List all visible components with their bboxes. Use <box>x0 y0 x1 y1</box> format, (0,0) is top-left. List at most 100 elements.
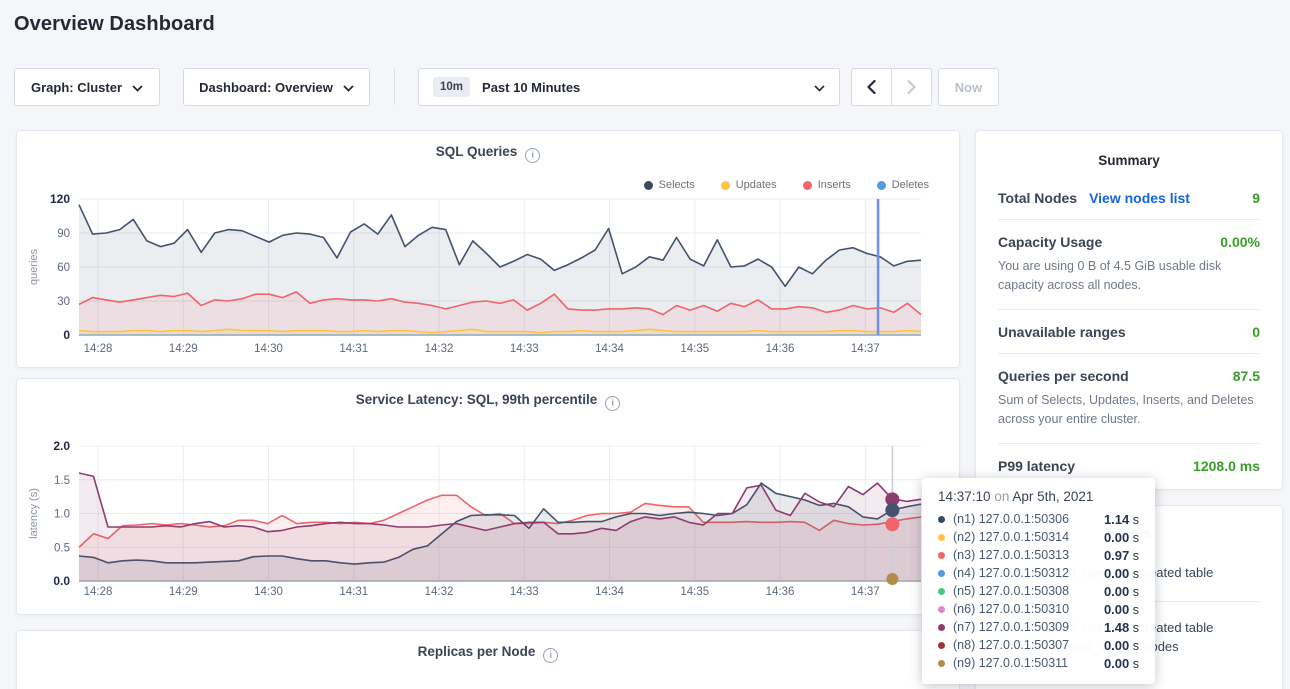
x-tick-label: 14:29 <box>169 586 198 598</box>
x-tick-label: 14:33 <box>510 343 539 355</box>
x-tick-label: 14:29 <box>169 343 198 355</box>
hover-dot <box>886 573 898 585</box>
y-tick-label: 30 <box>57 296 70 308</box>
x-tick-label: 14:36 <box>766 586 795 598</box>
series-dot-icon <box>938 588 945 595</box>
tooltip-node-value: 0.00 s <box>1104 584 1139 599</box>
summary-row-value: 87.5 <box>1233 368 1260 384</box>
summary-panel: Summary Total Nodes View nodes list 9 Capac… <box>975 130 1283 490</box>
series-dot-icon <box>938 624 945 631</box>
tooltip-row: (n8) 127.0.0.1:50307 0.00 s <box>938 636 1139 654</box>
x-tick-label: 14:32 <box>425 586 454 598</box>
graph-dropdown-label: Graph: Cluster <box>31 80 122 95</box>
hover-dot <box>885 503 899 517</box>
service-latency-chart[interactable]: 0.00.51.01.52.014:2814:2914:3014:3114:32… <box>17 379 959 614</box>
x-tick-label: 14:33 <box>510 586 539 598</box>
series-dot-icon <box>938 570 945 577</box>
dashboard-dropdown[interactable]: Dashboard: Overview <box>183 68 370 106</box>
y-axis-name: latency (s) <box>28 488 40 539</box>
chevron-down-icon <box>814 80 825 95</box>
y-axis-name: queries <box>28 248 40 285</box>
tooltip-node-label: (n9) 127.0.0.1:50311 <box>953 656 1068 670</box>
chart-title-text: Replicas per Node <box>418 644 536 659</box>
tooltip-timestamp: 14:37:10 on Apr 5th, 2021 <box>938 489 1139 504</box>
y-tick-label: 2.0 <box>53 439 70 453</box>
summary-row: Unavailable ranges0 <box>998 309 1260 353</box>
graph-dropdown[interactable]: Graph: Cluster <box>14 68 160 106</box>
y-tick-label: 90 <box>57 228 70 240</box>
summary-title: Summary <box>976 131 1282 176</box>
y-tick-label: 120 <box>50 192 70 206</box>
x-tick-label: 14:34 <box>595 586 624 598</box>
y-tick-label: 0.0 <box>53 574 70 588</box>
summary-row-head: Queries per second87.5 <box>998 368 1260 384</box>
summary-row-head: Unavailable ranges0 <box>998 324 1260 340</box>
tooltip-row: (n6) 127.0.0.1:503100.00 s <box>938 600 1139 618</box>
y-tick-label: 1.5 <box>54 475 70 487</box>
x-tick-label: 14:34 <box>595 343 624 355</box>
summary-row-value: 9 <box>1252 190 1260 206</box>
hover-dot <box>885 517 899 531</box>
tooltip-row: (n9) 127.0.0.1:50311 0.00 s <box>938 654 1139 672</box>
service-latency-panel: Service Latency: SQL, 99th percentilei 0… <box>16 378 960 615</box>
tooltip-row: (n4) 127.0.0.1:503120.00 s <box>938 564 1139 582</box>
summary-row-head: P99 latency 1208.0 ms <box>998 458 1260 474</box>
tooltip-node-value: 1.48 s <box>1104 620 1139 635</box>
tooltip-node-label: (n5) 127.0.0.1:50308 <box>953 584 1069 598</box>
chevron-down-icon <box>132 80 143 95</box>
now-button[interactable]: Now <box>938 68 999 106</box>
overview-dashboard-page: Overview Dashboard Graph: Cluster Dashbo… <box>0 0 1290 689</box>
tooltip-row: (n1) 127.0.0.1:503061.14 s <box>938 510 1139 528</box>
x-tick-label: 14:35 <box>680 586 709 598</box>
summary-row-label: P99 latency <box>998 458 1075 474</box>
sql-queries-chart[interactable]: 030609012014:2814:2914:3014:3114:3214:33… <box>17 131 959 367</box>
series-dot-icon <box>938 516 945 523</box>
summary-row: Capacity Usage0.00%You are using 0 B of … <box>998 219 1260 309</box>
tooltip-rows: (n1) 127.0.0.1:503061.14 s(n2) 127.0.0.1… <box>938 510 1139 672</box>
time-range-picker[interactable]: 10m Past 10 Minutes <box>418 68 840 106</box>
view-nodes-list-link[interactable]: View nodes list <box>1089 190 1190 206</box>
tooltip-row: (n3) 127.0.0.1:503130.97 s <box>938 546 1139 564</box>
series-dot-icon <box>938 642 945 649</box>
tooltip-node-label: (n7) 127.0.0.1:50309 <box>953 620 1069 634</box>
chevron-down-icon <box>343 80 354 95</box>
tooltip-node-value: 0.00 s <box>1104 530 1139 545</box>
summary-row: Queries per second87.5Sum of Selects, Up… <box>998 353 1260 443</box>
info-icon[interactable]: i <box>543 648 558 663</box>
tooltip-node-label: (n8) 127.0.0.1:50307 <box>953 638 1069 652</box>
tooltip-row: (n7) 127.0.0.1:50309 1.48 s <box>938 618 1139 636</box>
summary-row-label: Capacity Usage <box>998 234 1102 250</box>
time-step-forward-button[interactable] <box>892 69 932 105</box>
series-dot-icon <box>938 552 945 559</box>
x-tick-label: 14:30 <box>254 343 283 355</box>
tooltip-node-value: 0.00 s <box>1104 638 1139 653</box>
x-tick-label: 14:31 <box>339 343 368 355</box>
series-dot-icon <box>938 606 945 613</box>
series-dot-icon <box>938 660 945 667</box>
time-range-label: Past 10 Minutes <box>482 80 814 95</box>
x-tick-label: 14:30 <box>254 586 283 598</box>
summary-body: Total Nodes View nodes list 9 Capacity Usag… <box>976 176 1282 487</box>
y-tick-label: 60 <box>57 262 70 274</box>
tooltip-node-value: 0.00 s <box>1104 656 1139 671</box>
x-tick-label: 14:37 <box>851 586 880 598</box>
summary-row-value: 0 <box>1252 324 1260 340</box>
summary-row: Total Nodes View nodes list 9 <box>998 176 1260 219</box>
tooltip-node-label: (n1) 127.0.0.1:50306 <box>953 512 1069 526</box>
x-tick-label: 14:28 <box>84 343 113 355</box>
summary-row-value: 1208.0 ms <box>1193 458 1260 474</box>
time-range-badge: 10m <box>433 77 470 97</box>
tooltip-node-value: 0.97 s <box>1104 548 1139 563</box>
x-tick-label: 14:31 <box>339 586 368 598</box>
summary-row-label: Total Nodes <box>998 190 1077 206</box>
time-step-buttons <box>851 68 932 106</box>
tooltip-node-value: 0.00 s <box>1104 566 1139 581</box>
time-step-back-button[interactable] <box>852 69 892 105</box>
tooltip-row: (n5) 127.0.0.1:50308 0.00 s <box>938 582 1139 600</box>
summary-row-description: You are using 0 B of 4.5 GiB usable disk… <box>998 257 1260 296</box>
x-tick-label: 14:32 <box>425 343 454 355</box>
controls-divider <box>394 69 395 105</box>
tooltip-row: (n2) 127.0.0.1:503140.00 s <box>938 528 1139 546</box>
dashboard-dropdown-label: Dashboard: Overview <box>199 80 333 95</box>
x-tick-label: 14:35 <box>680 343 709 355</box>
